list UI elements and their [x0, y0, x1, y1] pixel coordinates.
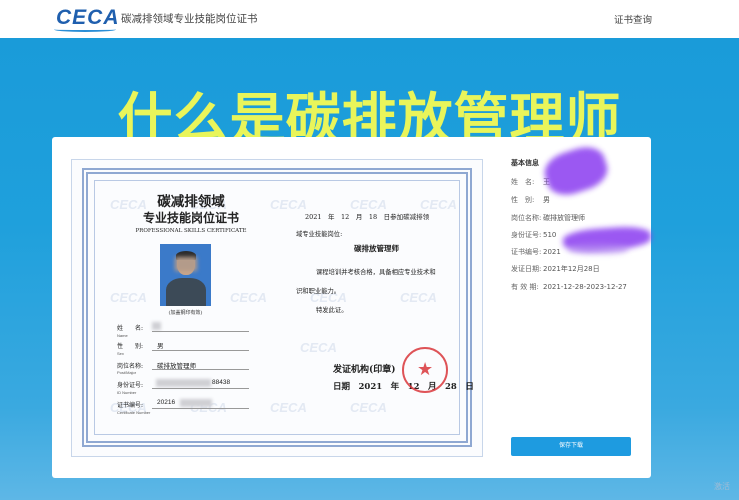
- cert-name-underline: [152, 331, 249, 332]
- cert-issuer: 发证机构(印章): [333, 365, 396, 375]
- cert-name-sub: Name: [117, 333, 128, 338]
- info-gender-value: 男: [543, 196, 550, 204]
- photo-caption: (加盖钢印有效): [168, 310, 203, 316]
- info-row-gender: 性 别: 男: [511, 195, 550, 205]
- photo-body: [166, 278, 206, 306]
- certificate-watermark: CECA: [230, 290, 267, 305]
- cert-gender-sub: Sex: [117, 351, 124, 356]
- info-id-value: 510: [543, 231, 557, 239]
- corner-watermark: 激活: [714, 482, 730, 491]
- info-issue-date-value: 2021年12月28日: [543, 265, 600, 273]
- info-row-post: 岗位名称: 碳排放管理师: [511, 213, 585, 223]
- info-row-issue-date: 发证日期: 2021年12月28日: [511, 264, 600, 274]
- holder-photo: [160, 244, 211, 306]
- certificate-title-line1: 碳减排领域: [157, 194, 225, 210]
- cert-post-underline: [152, 369, 249, 370]
- info-row-validity: 有 效 期: 2021-12-28-2023-12-27: [511, 282, 627, 292]
- info-cert-number-label: 证书编号:: [511, 248, 542, 256]
- certificate-watermark: CECA: [110, 290, 147, 305]
- cert-gender-underline: [152, 350, 249, 351]
- certificate-title-line2: 专业技能岗位证书: [142, 211, 239, 225]
- top-navigation-bar: CECA 碳减排领域专业技能岗位证书 证书查询: [0, 0, 739, 38]
- cert-id-label: 身份证号:: [117, 382, 144, 389]
- cert-id-redaction: [156, 379, 211, 387]
- cert-body-line1: 域专业技能岗位:: [296, 231, 343, 238]
- cert-post-sub: Post/Major: [117, 370, 137, 375]
- cert-gender-value: 男: [157, 343, 164, 350]
- seal-star-icon: ★: [417, 359, 434, 380]
- logo-swoosh-icon: [54, 27, 116, 32]
- info-validity-value: 2021-12-28-2023-12-27: [543, 283, 627, 291]
- certificate-watermark: CECA: [350, 197, 387, 212]
- cert-job-title: 碳排放管理师: [354, 244, 399, 253]
- certificate-watermark: CECA: [270, 400, 307, 415]
- info-row-name: 姓 名:王: [511, 177, 550, 187]
- save-download-button[interactable]: 保存下载: [511, 437, 631, 456]
- cert-number-redaction-smear: [568, 244, 628, 254]
- info-post-value: 碳排放管理师: [543, 214, 585, 222]
- cert-body-line3: 识和职业能力。: [296, 288, 341, 295]
- certificate-watermark: CECA: [350, 400, 387, 415]
- info-row-id: 身份证号: 510: [511, 230, 556, 240]
- info-post-label: 岗位名称:: [511, 214, 542, 222]
- cert-id-value: 88438: [212, 379, 231, 386]
- photo-face-blur: [175, 257, 197, 271]
- cert-id-sub: ID Number: [117, 390, 137, 395]
- cert-issue-date: 日期 2021 年 12 月 28 日: [333, 382, 474, 392]
- info-id-label: 身份证号:: [511, 231, 542, 239]
- cert-name-redaction: [152, 322, 161, 330]
- cert-number-sub: Certificate Number: [117, 410, 151, 415]
- cert-number-redaction: [180, 399, 212, 407]
- certificate-title-english: PROFESSIONAL SKILLS CERTIFICATE: [135, 228, 247, 234]
- official-seal-icon: ★: [402, 347, 448, 393]
- certificate-watermark: CECA: [420, 197, 457, 212]
- cert-number-label: 证书编号:: [117, 402, 144, 409]
- cert-number-value: 20216: [157, 399, 176, 406]
- certificate-watermark: CECA: [270, 197, 307, 212]
- cert-name-label: 姓 名:: [117, 325, 144, 332]
- cert-number-underline: [152, 408, 249, 409]
- cert-post-label: 岗位名称:: [117, 363, 144, 370]
- info-gender-label: 性 别:: [511, 196, 535, 204]
- cert-body-text: 域专业技能岗位: 课程培训并考核合格，具备相应专业技术和 识和职业能力。 特发此…: [296, 225, 466, 320]
- cert-body-line4: 特发此证。: [316, 307, 348, 314]
- cert-training-date: 2021 年 12 月 18 日参加碳减排领: [305, 213, 430, 221]
- site-title: 碳减排领域专业技能岗位证书: [121, 13, 258, 25]
- certificate-watermark: CECA: [300, 340, 337, 355]
- cert-gender-label: 性 别:: [117, 343, 144, 350]
- info-cert-number-value: 2021: [543, 248, 561, 256]
- info-section-title: 基本信息: [511, 159, 539, 167]
- info-name-label: 姓 名:: [511, 178, 535, 186]
- info-issue-date-label: 发证日期:: [511, 265, 542, 273]
- info-validity-label: 有 效 期:: [511, 283, 539, 291]
- cert-body-line2: 课程培训并考核合格，具备相应专业技术和: [316, 269, 436, 276]
- certificate-query-link[interactable]: 证书查询: [614, 12, 652, 26]
- cert-id-underline: [152, 388, 249, 389]
- info-row-cert-number: 证书编号: 2021: [511, 247, 561, 257]
